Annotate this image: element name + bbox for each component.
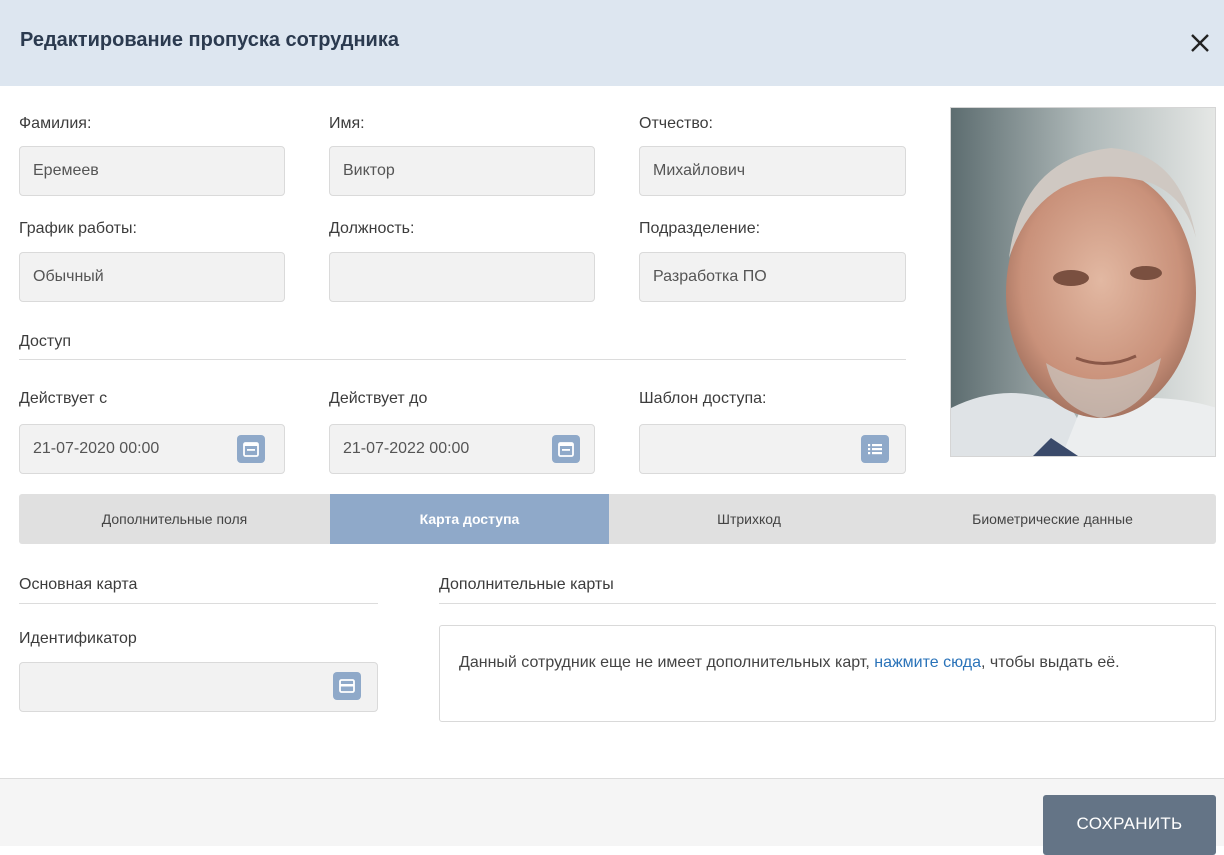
- valid-to-field[interactable]: 21-07-2022 00:00: [329, 424, 595, 474]
- valid-from-field[interactable]: 21-07-2020 00:00: [19, 424, 285, 474]
- tab-bar: Дополнительные поля Карта доступа Штрихк…: [19, 494, 1216, 544]
- middle-name-value: Михайлович: [653, 162, 746, 179]
- main-card-title: Основная карта: [19, 576, 138, 593]
- calendar-icon[interactable]: [237, 435, 265, 463]
- valid-to-label: Действует до: [329, 390, 428, 407]
- access-divider: [19, 359, 906, 360]
- schedule-field[interactable]: Обычный: [19, 252, 285, 302]
- tab-access-card[interactable]: Карта доступа: [330, 494, 609, 544]
- additional-cards-divider: [439, 603, 1216, 604]
- dialog-header: Редактирование пропуска сотрудника: [0, 0, 1224, 86]
- identifier-label: Идентификатор: [19, 630, 137, 647]
- first-name-label: Имя:: [329, 115, 365, 132]
- valid-from-label: Действует с: [19, 390, 108, 407]
- additional-cards-message: Данный сотрудник еще не имеет дополнител…: [459, 651, 1179, 675]
- department-label: Подразделение:: [639, 220, 761, 237]
- tab-barcode[interactable]: Штрихкод: [609, 494, 889, 544]
- last-name-field[interactable]: Еремеев: [19, 146, 285, 196]
- additional-cards-title: Дополнительные карты: [439, 576, 614, 593]
- last-name-label: Фамилия:: [19, 115, 92, 132]
- department-value: Разработка ПО: [653, 268, 767, 285]
- card-icon[interactable]: [333, 672, 361, 700]
- schedule-value: Обычный: [33, 268, 104, 285]
- valid-to-value: 21-07-2022 00:00: [343, 440, 470, 457]
- close-icon[interactable]: [1184, 24, 1216, 60]
- middle-name-label: Отчество:: [639, 115, 713, 132]
- issue-card-link[interactable]: нажмите сюда: [874, 654, 981, 671]
- template-field[interactable]: [639, 424, 906, 474]
- save-button[interactable]: СОХРАНИТЬ: [1043, 795, 1216, 855]
- dialog-footer: [0, 778, 1224, 846]
- info-text-after: , чтобы выдать её.: [980, 654, 1120, 671]
- tab-biometric-data[interactable]: Биометрические данные: [889, 494, 1216, 544]
- calendar-icon[interactable]: [552, 435, 580, 463]
- main-card-divider: [19, 603, 378, 604]
- info-text-before: Данный сотрудник еще не имеет дополнител…: [459, 654, 875, 671]
- last-name-value: Еремеев: [33, 162, 99, 179]
- schedule-label: График работы:: [19, 220, 137, 237]
- dialog-title: Редактирование пропуска сотрудника: [20, 29, 399, 51]
- employee-photo[interactable]: [950, 107, 1216, 457]
- middle-name-field[interactable]: Михайлович: [639, 146, 906, 196]
- position-field[interactable]: [329, 252, 595, 302]
- tab-additional-fields[interactable]: Дополнительные поля: [19, 494, 330, 544]
- first-name-field[interactable]: Виктор: [329, 146, 595, 196]
- access-section-title: Доступ: [19, 333, 72, 350]
- department-field[interactable]: Разработка ПО: [639, 252, 906, 302]
- identifier-field[interactable]: [19, 662, 378, 712]
- additional-cards-info: Данный сотрудник еще не имеет дополнител…: [439, 625, 1216, 722]
- template-label: Шаблон доступа:: [639, 390, 767, 407]
- position-label: Должность:: [329, 220, 415, 237]
- valid-from-value: 21-07-2020 00:00: [33, 440, 160, 457]
- first-name-value: Виктор: [343, 162, 395, 179]
- list-icon[interactable]: [861, 435, 889, 463]
